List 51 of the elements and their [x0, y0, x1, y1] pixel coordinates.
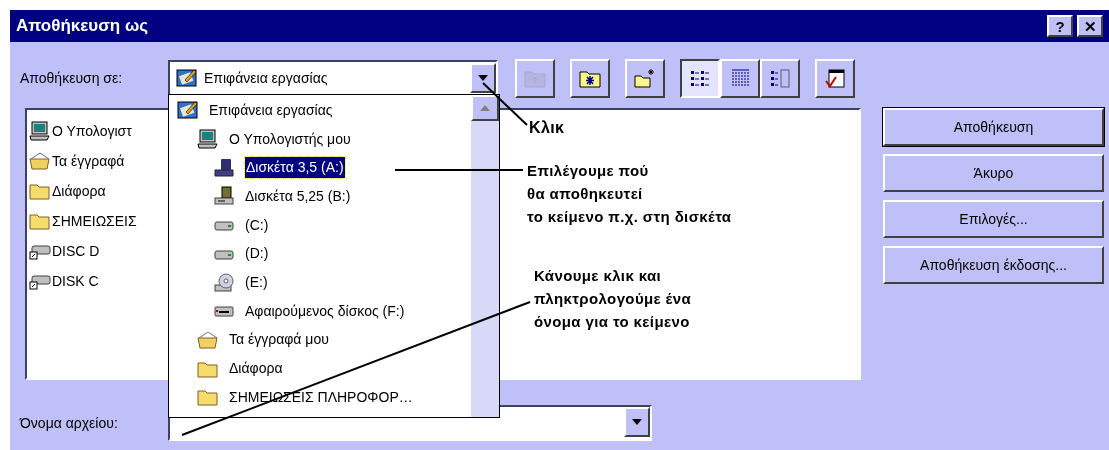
callout-text: Επιλέγουμε πού θα αποθηκευτεί το κείμενο π.χ. στη δισκέτα — [527, 161, 732, 227]
folder-icon — [29, 151, 51, 171]
floppy-drive-icon — [213, 186, 235, 207]
document-check-icon — [823, 67, 847, 89]
desktop-icon — [177, 100, 199, 121]
close-button[interactable]: ✕ — [1077, 15, 1103, 37]
file-item[interactable]: ΣΗΜΕΙΩΣΕΙΣ — [29, 206, 169, 236]
computer-icon — [29, 121, 51, 141]
dropdown-item[interactable]: Επιφάνεια εργασίας — [169, 96, 471, 125]
floppy-drive-icon — [213, 157, 235, 178]
filename-label: Όνομα αρχείου: — [20, 413, 119, 433]
dropdown-item[interactable]: Δισκέτα 5,25 (B:) — [169, 182, 471, 211]
dialog-button[interactable]: Επιλογές... — [883, 200, 1104, 238]
file-item[interactable]: Διάφορα — [29, 176, 169, 206]
save-in-combo[interactable]: Επιφάνεια εργασίας — [168, 60, 498, 96]
scrollbar[interactable] — [471, 95, 499, 417]
dropdown-item[interactable]: Τα έγγραφά μου — [169, 325, 471, 355]
file-item[interactable]: Ο Υπολογιστ — [29, 116, 169, 146]
dropdown-item[interactable]: Διάφορα — [169, 354, 471, 383]
file-item[interactable]: DISC D — [29, 236, 169, 266]
help-button[interactable]: ? — [1047, 15, 1073, 37]
computer-icon — [197, 129, 219, 150]
save-in-label: Αποθήκευση σε: — [20, 68, 124, 88]
folder-icon — [197, 387, 219, 408]
file-item[interactable]: Τα έγγραφά — [29, 146, 169, 176]
file-item[interactable]: DISK C — [29, 266, 169, 296]
tools-button[interactable] — [815, 58, 855, 98]
dropdown-item[interactable]: Αφαιρούμενος δίσκος (F:) — [169, 296, 471, 326]
view-button[interactable] — [680, 58, 720, 98]
dropdown-item[interactable]: Δισκέτα 3,5 (A:) — [169, 153, 471, 183]
dialog-button[interactable]: Αποθήκευση έκδοσης... — [883, 246, 1104, 284]
preview-view-icon — [768, 67, 792, 89]
callout-text: Κλικ — [529, 118, 565, 138]
dialog-button[interactable]: Άκυρο — [883, 154, 1104, 192]
scroll-up-icon[interactable] — [471, 95, 499, 121]
toolbar-button[interactable] — [625, 58, 665, 98]
dialog-button[interactable]: Αποθήκευση — [883, 108, 1104, 146]
dropdown-item[interactable]: (D:) — [169, 239, 471, 269]
combo-value: Επιφάνεια εργασίας — [204, 68, 329, 88]
folder-icon — [29, 211, 51, 231]
dropdown-item[interactable]: (C:) — [169, 210, 471, 240]
callout-text: Κάνουμε κλικ και πληκτρολογούμε ένα όνομα για το κείμενο — [534, 266, 692, 332]
dropdown-item[interactable]: (E:) — [169, 268, 471, 297]
new-folder-icon — [633, 67, 657, 89]
desktop-icon — [176, 68, 198, 88]
toolbar-button[interactable] — [570, 58, 610, 98]
folder-icon — [197, 329, 219, 350]
cd-drive-icon — [213, 272, 235, 293]
folder-icon — [29, 181, 51, 201]
window-title: Αποθήκευση ως — [16, 15, 149, 38]
dropdown-item[interactable]: Ο Υπολογιστής μου — [169, 124, 471, 154]
